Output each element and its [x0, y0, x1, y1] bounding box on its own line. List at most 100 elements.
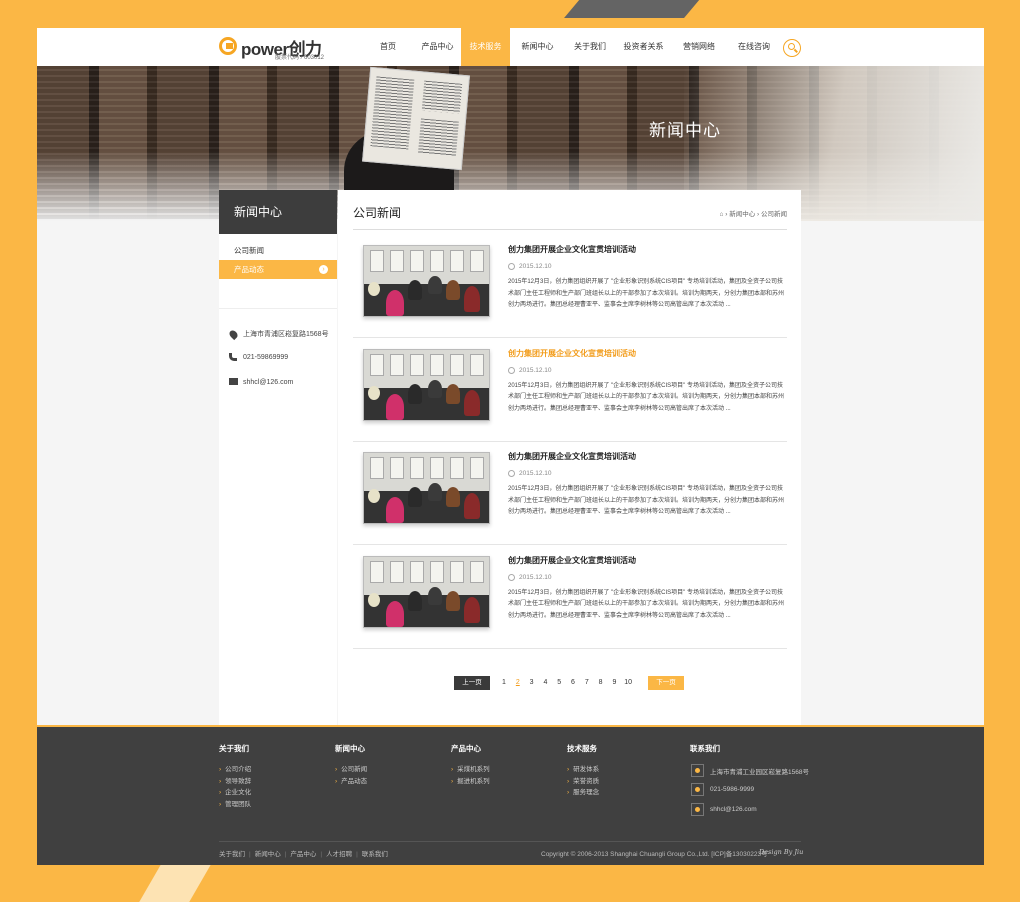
footer-bottom-link[interactable]: 新闻中心 — [255, 851, 281, 858]
prev-page-button[interactable]: 上一页 — [454, 676, 490, 690]
footer-bottom-link[interactable]: 产品中心 — [290, 851, 316, 858]
nav-item-2[interactable]: 技术服务 — [461, 28, 510, 66]
post-title[interactable]: 创力集团开展企业文化宣贯培训活动 — [508, 451, 636, 462]
main-content: 公司新闻 ⌂ › 新闻中心 › 公司新闻 创力集团开展企业文化宣贯培训活动 201… — [338, 190, 801, 725]
post-date: 2015.12.10 — [508, 263, 552, 270]
home-icon[interactable]: ⌂ — [719, 211, 723, 218]
page-number[interactable]: 10 — [621, 676, 635, 690]
page-number[interactable]: 1 — [497, 676, 511, 690]
sidebar-title: 新闻中心 — [219, 190, 337, 234]
footer-column: 产品中心采煤机系列掘进机系列 — [451, 743, 490, 787]
post-thumbnail[interactable] — [363, 348, 490, 421]
footer-email-text[interactable]: shhcl@126.com — [710, 806, 757, 813]
post-divider — [353, 647, 787, 649]
footer-column: 新闻中心公司新闻产品动态 — [335, 743, 367, 787]
post-excerpt: 2015年12月3日，创力集团组织开展了 "企业形象识别系统CIS项目" 专场培… — [508, 589, 785, 619]
footer-address: 上海市青浦工业园区崧复路1568号 — [691, 764, 809, 777]
footer-divider — [219, 841, 801, 842]
page-number[interactable]: 6 — [566, 676, 580, 690]
footer-link[interactable]: 管理团队 — [219, 799, 251, 811]
footer-phone: 021-5986-9999 — [691, 783, 754, 796]
nav-item-4[interactable]: 关于我们 — [565, 28, 615, 66]
footer-link[interactable]: 领导致辞 — [219, 776, 251, 788]
footer-link[interactable]: 公司新闻 — [335, 764, 367, 776]
title-rule — [353, 229, 787, 230]
phone-text: 021-59869999 — [243, 354, 289, 361]
nav-item-6[interactable]: 营销网络 — [672, 28, 726, 66]
footer-link[interactable]: 掘进机系列 — [451, 776, 490, 788]
page-number[interactable]: 8 — [594, 676, 608, 690]
banner-title: 新闻中心 — [649, 121, 721, 140]
post-title[interactable]: 创力集团开展企业文化宣贯培训活动 — [508, 555, 636, 566]
post-thumbnail[interactable] — [363, 245, 490, 317]
news-post[interactable]: 创力集团开展企业文化宣贯培训活动 2015.12.10 2015年12月3日，创力集… — [353, 442, 787, 545]
footer-bottom-link[interactable]: 关于我们 — [219, 851, 245, 858]
nav-item-5[interactable]: 投资者关系 — [615, 28, 672, 66]
post-title[interactable]: 创力集团开展企业文化宣贯培训活动 — [508, 348, 636, 359]
clock-icon — [508, 263, 515, 270]
sidebar-item-product-news[interactable]: 产品动态 › — [219, 260, 337, 279]
phone-icon — [691, 783, 704, 796]
news-post[interactable]: 创力集团开展企业文化宣贯培训活动 2015.12.10 2015年12月3日，创力集… — [353, 339, 787, 442]
sidebar-item-label: 产品动态 — [234, 265, 264, 274]
nav-item-0[interactable]: 首页 — [362, 28, 414, 66]
footer-address-text: 上海市青浦工业园区崧复路1568号 — [710, 768, 809, 776]
footer-link[interactable]: 企业文化 — [219, 787, 251, 799]
site-footer: 关于我们公司介绍领导致辞企业文化管理团队新闻中心公司新闻产品动态产品中心采煤机系… — [37, 727, 984, 865]
design-credit: Design By Jiu — [759, 848, 804, 856]
breadcrumb-level2[interactable]: 公司新闻 — [761, 211, 787, 218]
post-thumbnail[interactable] — [363, 452, 490, 524]
news-post[interactable]: 创力集团开展企业文化宣贯培训活动 2015.12.10 2015年12月3日，创力集… — [353, 546, 787, 649]
page-number[interactable]: 2 — [511, 676, 525, 690]
page-frame: power创力 股票代码 / 603012 首页 产品中心 技术服务 新闻中心 关于我们… — [37, 28, 984, 865]
news-post[interactable]: 创力集团开展企业文化宣贯培训活动 2015.12.10 2015年12月3日，创力集… — [353, 235, 787, 338]
post-excerpt: 2015年12月3日，创力集团组织开展了 "企业形象识别系统CIS项目" 专场培… — [508, 279, 785, 308]
footer-link[interactable]: 服务理念 — [567, 787, 599, 799]
next-page-button[interactable]: 下一页 — [648, 676, 684, 690]
nav-item-3[interactable]: 新闻中心 — [510, 28, 565, 66]
breadcrumb-level1[interactable]: 新闻中心 — [729, 211, 755, 218]
footer-column-title: 关于我们 — [219, 744, 249, 753]
link-separator: | — [356, 851, 358, 858]
logo-mark-icon — [219, 37, 237, 55]
page-number[interactable]: 9 — [607, 676, 621, 690]
footer-link[interactable]: 荣誉资质 — [567, 776, 599, 788]
clock-icon — [508, 470, 515, 477]
phone-icon — [229, 353, 237, 361]
footer-bottom-link[interactable]: 人才招聘 — [326, 851, 352, 858]
breadcrumb: ⌂ › 新闻中心 › 公司新闻 — [719, 208, 787, 218]
page-number[interactable]: 7 — [580, 676, 594, 690]
post-date-text: 2015.12.10 — [519, 263, 552, 270]
search-button[interactable] — [783, 39, 801, 57]
email-text[interactable]: shhcl@126.com — [243, 379, 293, 386]
sidebar-address: 上海市青浦区崧复路1568号 — [227, 328, 329, 340]
footer-bottom-link[interactable]: 联系我们 — [362, 851, 388, 858]
post-date-text: 2015.12.10 — [519, 470, 552, 477]
footer-email: shhcl@126.com — [691, 803, 757, 816]
sidebar: 新闻中心 公司新闻 产品动态 › 上海市青浦区崧复路1568号 021-5986… — [219, 190, 337, 725]
clock-icon — [508, 573, 515, 581]
link-separator: | — [284, 851, 287, 858]
footer-column-title: 联系我们 — [690, 744, 720, 753]
main-nav: 首页 产品中心 技术服务 新闻中心 关于我们 投资者关系 营销网络 在线咨询 — [362, 28, 782, 66]
sidebar-item-company-news[interactable]: 公司新闻 — [219, 241, 337, 260]
search-icon-handle — [794, 48, 798, 53]
footer-link[interactable]: 公司介绍 — [219, 764, 251, 776]
footer-link[interactable]: 产品动态 — [335, 776, 367, 788]
post-thumbnail[interactable] — [363, 555, 490, 628]
page-number[interactable]: 4 — [538, 676, 552, 690]
footer-phone-text: 021-5986-9999 — [710, 786, 755, 793]
page-number[interactable]: 3 — [525, 676, 539, 690]
location-pin-icon — [227, 328, 240, 340]
nav-item-1[interactable]: 产品中心 — [414, 28, 461, 66]
footer-link[interactable]: 研发体系 — [567, 764, 599, 776]
page-number[interactable]: 5 — [552, 676, 566, 690]
footer-column: 关于我们公司介绍领导致辞企业文化管理团队 — [219, 743, 251, 810]
clock-icon — [508, 366, 515, 374]
logo[interactable]: power创力 股票代码 / 603012 — [219, 35, 334, 61]
footer-link[interactable]: 采煤机系列 — [451, 764, 490, 776]
nav-item-7[interactable]: 在线咨询 — [726, 28, 782, 66]
footer-column-title: 技术服务 — [567, 744, 597, 753]
sidebar-phone: 021-59869999 — [229, 353, 288, 362]
post-title[interactable]: 创力集团开展企业文化宣贯培训活动 — [508, 244, 636, 255]
